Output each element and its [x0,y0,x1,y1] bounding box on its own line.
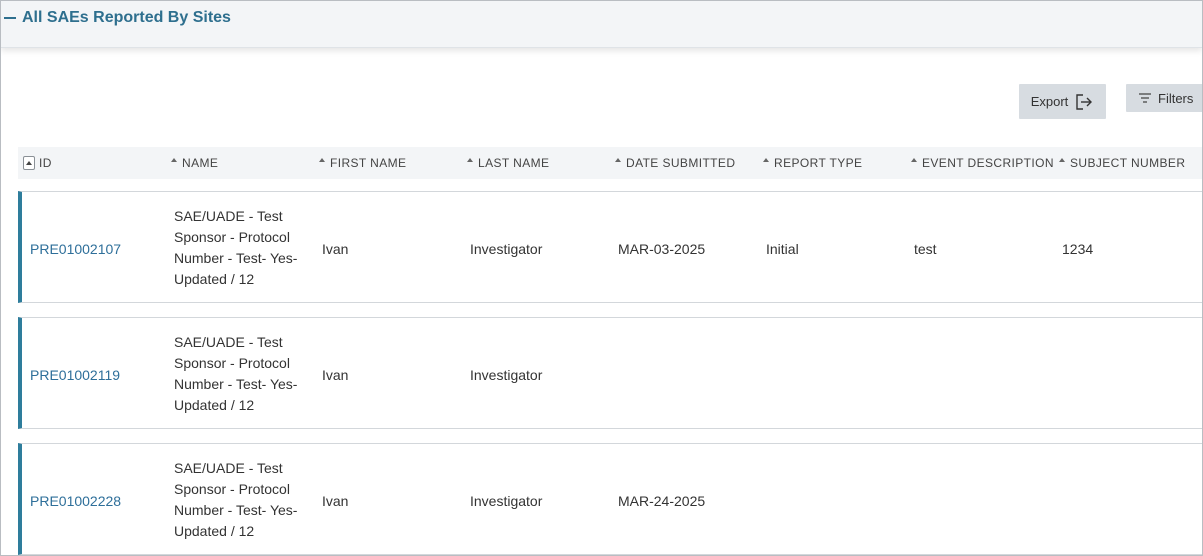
row-last-name: Investigator [470,493,543,509]
sort-caret-icon [1059,158,1065,162]
row-first-name: Ivan [322,241,349,257]
row-event-description: test [914,241,937,257]
table-row[interactable]: PRE01002107 SAE/UADE - Test Sponsor - Pr… [18,191,1202,303]
row-date-submitted: MAR-24-2025 [618,493,706,509]
sort-caret-icon [171,158,177,162]
filters-button[interactable]: Filters [1126,84,1202,112]
export-button-label: Export [1030,94,1069,109]
row-first-name: Ivan [322,493,349,509]
section-title: All SAEs Reported By Sites [22,9,231,26]
row-id-link[interactable]: PRE01002228 [30,491,121,512]
sort-caret-icon [911,158,917,162]
export-button[interactable]: Export [1019,84,1106,119]
filter-icon [1139,93,1151,103]
row-name: SAE/UADE - Test Sponsor - Protocol Numbe… [174,334,298,413]
table-row[interactable]: PRE01002119 SAE/UADE - Test Sponsor - Pr… [18,317,1202,429]
row-last-name: Investigator [470,241,543,257]
row-id-link[interactable]: PRE01002107 [30,239,121,260]
row-subject-number: 1234 [1062,241,1094,257]
sort-caret-icon [615,158,621,162]
column-header-last-name[interactable]: LAST NAME [467,147,549,179]
row-report-type: Initial [766,241,799,257]
column-header-date-submitted[interactable]: DATE SUBMITTED [615,147,735,179]
table-header: ID NAME FIRST NAME LAST NAME DATE SUBMIT… [18,147,1202,179]
row-name: SAE/UADE - Test Sponsor - Protocol Numbe… [174,460,298,539]
row-last-name: Investigator [470,367,543,383]
column-header-id[interactable]: ID [23,147,52,179]
sort-caret-icon [467,158,473,162]
filters-button-label: Filters [1158,90,1194,106]
table-row[interactable]: PRE01002228 SAE/UADE - Test Sponsor - Pr… [18,443,1202,555]
row-date-submitted: MAR-03-2025 [618,241,706,257]
row-name: SAE/UADE - Test Sponsor - Protocol Numbe… [174,208,298,287]
column-header-subject-number[interactable]: SUBJECT NUMBER [1059,147,1185,179]
section-header: All SAEs Reported By Sites [1,1,1202,48]
app-frame: All SAEs Reported By Sites Export Filter… [0,0,1203,556]
row-id-link[interactable]: PRE01002119 [30,365,120,386]
sort-caret-icon [319,158,325,162]
sort-up-icon [23,156,35,170]
row-first-name: Ivan [322,367,349,383]
export-icon [1076,93,1093,110]
column-header-event-description[interactable]: EVENT DESCRIPTION [911,147,1054,179]
column-header-report-type[interactable]: REPORT TYPE [763,147,862,179]
sort-caret-icon [763,158,769,162]
column-header-first-name[interactable]: FIRST NAME [319,147,406,179]
column-header-name[interactable]: NAME [171,147,218,179]
minus-icon[interactable] [4,17,16,19]
